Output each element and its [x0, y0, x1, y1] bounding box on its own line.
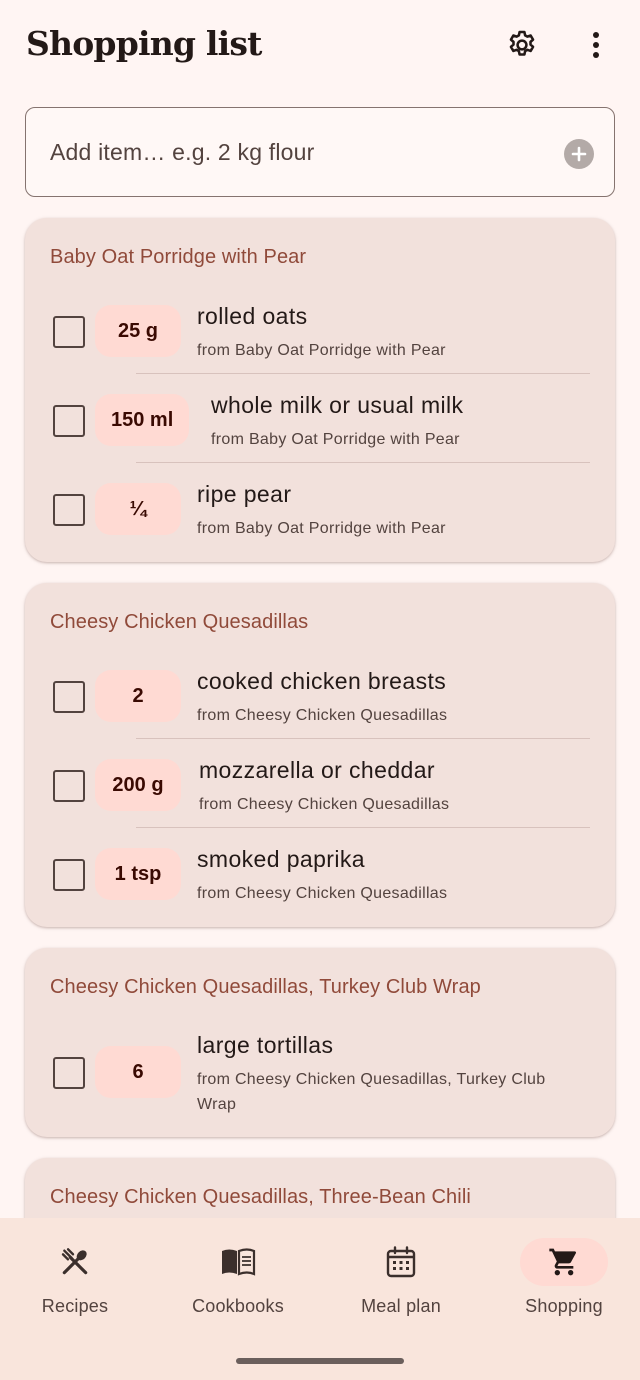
recipe-group-card: Cheesy Chicken Quesadillas, Turkey Club … — [25, 948, 615, 1137]
item-name: cooked chicken breasts — [197, 668, 447, 694]
nav-label: Meal plan — [361, 1296, 441, 1316]
add-item-placeholder[interactable]: Add item… e.g. 2 kg flour — [50, 139, 315, 166]
nav-item-recipes[interactable]: Recipes — [0, 1218, 155, 1328]
quantity-chip: 2 — [95, 670, 181, 722]
divider — [136, 373, 590, 374]
item-source: from Cheesy Chicken Quesadillas — [197, 707, 448, 724]
item-checkbox[interactable] — [53, 681, 85, 713]
more-vert-icon — [593, 32, 599, 58]
item-checkbox[interactable] — [53, 859, 85, 891]
more-options-button[interactable] — [572, 21, 620, 69]
nav-pill — [357, 1238, 445, 1286]
item-name: large tortillas — [197, 1032, 334, 1058]
home-indicator[interactable] — [236, 1358, 404, 1364]
divider — [136, 827, 590, 828]
calendar-icon — [386, 1246, 416, 1278]
item-source: from Cheesy Chicken Quesadillas — [197, 885, 448, 902]
item-source: from Baby Oat Porridge with Pear — [211, 431, 460, 448]
nav-label: Cookbooks — [192, 1296, 284, 1316]
settings-button[interactable] — [498, 21, 546, 69]
add-item-button[interactable] — [564, 139, 594, 169]
add-circle-icon — [571, 146, 587, 162]
list-item[interactable]: 6 large tortillas from Cheesy Chicken Qu… — [25, 1017, 615, 1127]
nav-label: Shopping — [525, 1296, 603, 1316]
group-title: Cheesy Chicken Quesadillas, Three-Bean C… — [50, 1186, 471, 1208]
book-icon — [222, 1248, 256, 1276]
list-item[interactable]: 200 g mozzarella or cheddar from Cheesy … — [25, 741, 615, 830]
item-source: from Baby Oat Porridge with Pear — [197, 520, 446, 537]
quantity-chip: 150 ml — [95, 394, 190, 446]
top-app-bar: Shopping list — [0, 0, 640, 92]
item-name: mozzarella or cheddar — [199, 757, 435, 783]
divider — [136, 462, 590, 463]
nav-pill — [31, 1238, 119, 1286]
bottom-navigation-bar: Recipes Cookbooks Meal plan Shopping — [0, 1218, 640, 1380]
list-item[interactable]: 150 ml whole milk or usual milk from Bab… — [25, 376, 615, 465]
item-source: from Baby Oat Porridge with Pear — [197, 342, 446, 359]
cart-icon — [549, 1248, 577, 1276]
quantity-chip: 1 tsp — [95, 848, 181, 900]
quantity-chip: 25 g — [95, 305, 181, 357]
list-item[interactable]: 2 cooked chicken breasts from Cheesy Chi… — [25, 652, 615, 741]
item-name: rolled oats — [197, 303, 308, 329]
nav-item-cookbooks[interactable]: Cookbooks — [158, 1218, 318, 1328]
list-item[interactable]: 25 g rolled oats from Baby Oat Porridge … — [25, 287, 615, 376]
item-checkbox[interactable] — [53, 316, 85, 348]
page-title: Shopping list — [26, 24, 262, 63]
nav-pill-active — [520, 1238, 608, 1286]
item-source-line: from Cheesy Chicken Quesadillas, Turkey … — [197, 1071, 546, 1088]
fork-spoon-icon — [61, 1248, 88, 1275]
list-item[interactable]: ¼ ripe pear from Baby Oat Porridge with … — [25, 465, 615, 554]
recipe-group-card: Cheesy Chicken Quesadillas 2 cooked chic… — [25, 583, 615, 927]
item-checkbox[interactable] — [53, 405, 85, 437]
item-name: ripe pear — [197, 481, 292, 507]
item-name: whole milk or usual milk — [211, 392, 464, 418]
recipe-group-card: Cheesy Chicken Quesadillas, Three-Bean C… — [25, 1158, 615, 1218]
add-item-field[interactable]: Add item… e.g. 2 kg flour — [25, 107, 615, 197]
quantity-chip: 6 — [95, 1046, 181, 1098]
item-name: smoked paprika — [197, 846, 365, 872]
quantity-chip: ¼ — [95, 483, 181, 535]
group-title: Cheesy Chicken Quesadillas — [50, 611, 309, 633]
group-title: Baby Oat Porridge with Pear — [50, 246, 307, 268]
item-source-line: Wrap — [197, 1096, 237, 1113]
group-title: Cheesy Chicken Quesadillas, Turkey Club … — [50, 976, 481, 998]
item-checkbox[interactable] — [53, 770, 85, 802]
divider — [136, 738, 590, 739]
nav-pill — [194, 1238, 282, 1286]
shopping-list[interactable]: Baby Oat Porridge with Pear 25 g rolled … — [0, 215, 640, 1218]
nav-item-shopping[interactable]: Shopping — [484, 1218, 640, 1328]
nav-label: Recipes — [41, 1296, 109, 1316]
list-item[interactable]: 1 tsp smoked paprika from Cheesy Chicken… — [25, 830, 615, 919]
gear-icon — [509, 30, 535, 56]
recipe-group-card: Baby Oat Porridge with Pear 25 g rolled … — [25, 218, 615, 562]
quantity-chip: 200 g — [95, 759, 181, 811]
item-checkbox[interactable] — [53, 494, 85, 526]
item-checkbox[interactable] — [53, 1057, 85, 1089]
item-source: from Cheesy Chicken Quesadillas, Turkey … — [197, 1067, 545, 1117]
item-source: from Cheesy Chicken Quesadillas — [199, 796, 450, 813]
nav-item-meal-plan[interactable]: Meal plan — [321, 1218, 481, 1328]
